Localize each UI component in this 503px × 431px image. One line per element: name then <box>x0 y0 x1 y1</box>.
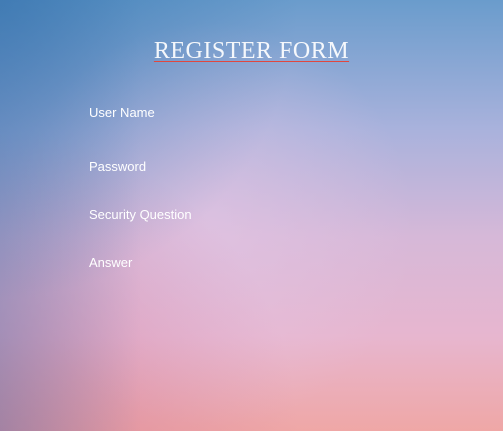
answer-field: Answer <box>89 255 409 294</box>
security-question-field: Security Question <box>89 207 409 246</box>
password-input[interactable] <box>89 178 409 198</box>
register-form: REGISTER FORM User Name Password Securit… <box>0 0 503 431</box>
username-field: User Name <box>89 105 409 144</box>
username-input[interactable] <box>89 124 409 144</box>
answer-label: Answer <box>89 255 133 270</box>
page-title: REGISTER FORM <box>0 38 503 65</box>
security-question-input[interactable] <box>89 226 409 246</box>
password-label: Password <box>89 159 147 174</box>
answer-input[interactable] <box>89 274 409 294</box>
page-title-text: REGISTER FORM <box>153 38 350 64</box>
security-question-label: Security Question <box>89 207 192 222</box>
password-field: Password <box>89 159 409 198</box>
username-label: User Name <box>89 105 155 120</box>
